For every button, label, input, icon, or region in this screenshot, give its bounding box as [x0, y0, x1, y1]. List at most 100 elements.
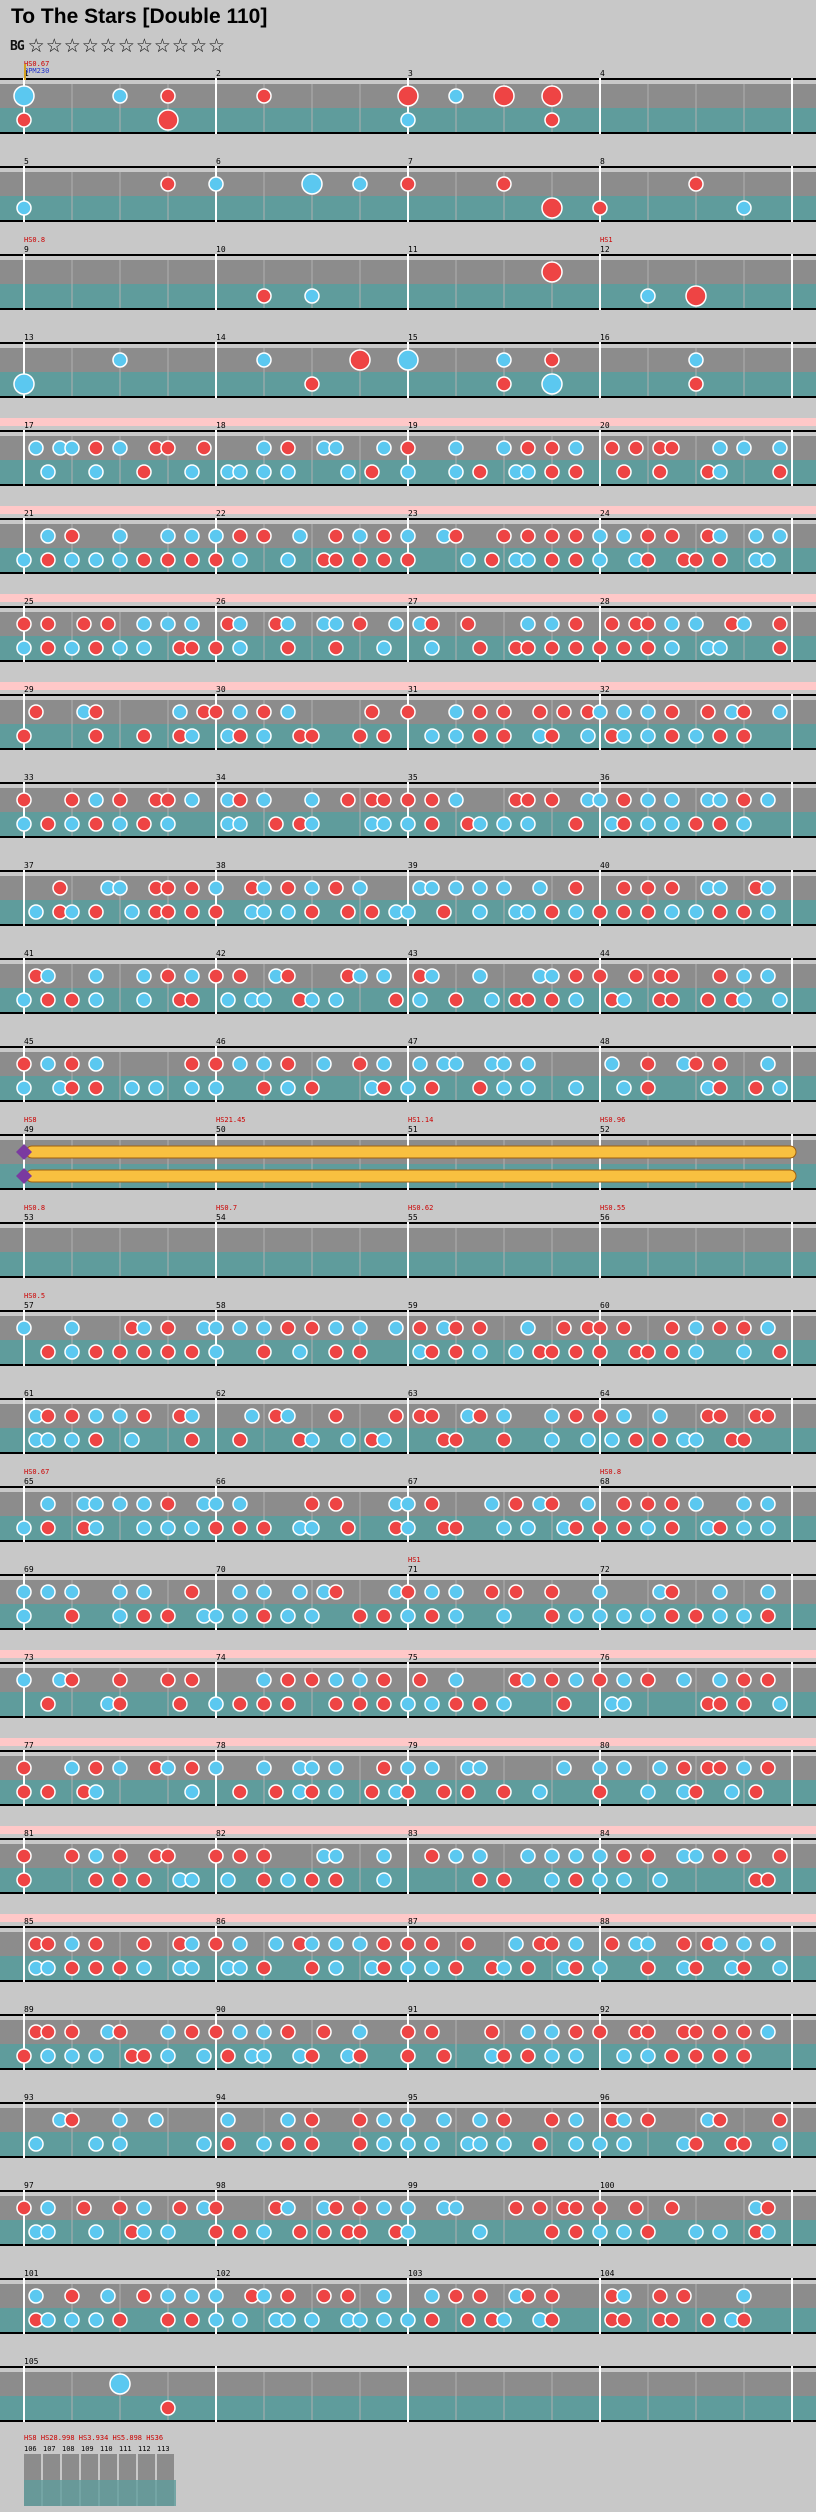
note-red — [640, 2224, 656, 2240]
measure-row: 45 46 47 48 — [0, 1037, 816, 1102]
measure-number: 77 — [24, 1741, 34, 1750]
note-blue — [352, 1672, 368, 1688]
note-red — [760, 1608, 776, 1624]
note-blue — [28, 440, 44, 456]
note-red — [496, 704, 512, 720]
note-blue — [28, 2136, 44, 2152]
note-blue — [256, 2224, 272, 2240]
note-blue — [208, 1496, 224, 1512]
note-red — [364, 464, 380, 480]
note-blue — [64, 1584, 80, 1600]
note-blue — [760, 2024, 776, 2040]
note-blue — [232, 640, 248, 656]
note-blue — [40, 968, 56, 984]
note-blue — [184, 1520, 200, 1536]
measure-number: 63 — [408, 1389, 418, 1398]
footer-measure-number: 110 — [100, 2445, 113, 2453]
note-red — [736, 728, 752, 744]
note-blue — [88, 968, 104, 984]
measure-row: 53HS0.8 54HS0.7 55HS0.62 56HS0.55 — [0, 1204, 816, 1278]
note-red — [136, 1936, 152, 1952]
note-red — [424, 1848, 440, 1864]
note-blue — [328, 1320, 344, 1336]
note-blue — [616, 992, 632, 1008]
note-red — [160, 880, 176, 896]
note-blue — [424, 2288, 440, 2304]
note-blue — [232, 552, 248, 568]
measure-number: 84 — [600, 1829, 610, 1838]
footer-lane-lower — [24, 2480, 176, 2506]
note-red — [400, 1784, 416, 1800]
note-red — [40, 2024, 56, 2040]
footer-measure-number: 113 — [157, 2445, 170, 2453]
note-red — [616, 1848, 632, 1864]
note-red — [160, 1608, 176, 1624]
note-red — [256, 1608, 272, 1624]
measure-number: 78 — [216, 1741, 226, 1750]
note-red — [64, 2024, 80, 2040]
note-blue — [712, 1672, 728, 1688]
note-blue — [388, 616, 404, 632]
note-blue — [244, 1408, 260, 1424]
note-red — [772, 1848, 788, 1864]
note-red — [184, 880, 200, 896]
measure-row: 61 62 63 64 — [0, 1389, 816, 1454]
note-blue — [520, 816, 536, 832]
note-blue — [736, 200, 752, 216]
note-blue — [640, 1520, 656, 1536]
note-blue — [400, 1608, 416, 1624]
note-blue — [736, 2288, 752, 2304]
note-red — [604, 440, 620, 456]
note-red — [736, 2048, 752, 2064]
speed-label: HS1.14 — [408, 1116, 433, 1124]
note-red — [664, 704, 680, 720]
note-blue — [136, 968, 152, 984]
note-red — [352, 552, 368, 568]
note-blue — [376, 2312, 392, 2328]
note-blue — [256, 1584, 272, 1600]
note-blue — [232, 616, 248, 632]
note-red — [64, 1960, 80, 1976]
note-blue — [592, 1872, 608, 1888]
measure-number: 75 — [408, 1653, 418, 1662]
note-red — [304, 2112, 320, 2128]
note-red — [208, 640, 224, 656]
note-red — [64, 792, 80, 808]
note-blue — [568, 1080, 584, 1096]
measure-number: 68 — [600, 1477, 610, 1486]
note-red — [112, 2200, 128, 2216]
note-blue — [424, 880, 440, 896]
note-blue — [256, 1672, 272, 1688]
note-red — [160, 1672, 176, 1688]
note-red — [712, 904, 728, 920]
note-red — [328, 2200, 344, 2216]
measure-number: 33 — [24, 773, 34, 782]
note-red — [712, 1520, 728, 1536]
measure-number: 54 — [216, 1213, 226, 1222]
note-red — [268, 1784, 284, 1800]
long-note — [25, 1169, 797, 1183]
note-red — [256, 1344, 272, 1360]
measure-row: 105 — [0, 2357, 816, 2422]
note-red — [712, 1080, 728, 1096]
note-red — [280, 2288, 296, 2304]
note-red — [196, 440, 212, 456]
note-red — [544, 2112, 560, 2128]
measure-row: 49HS8 50HS21.45 51HS1.14 52HS0.96 — [0, 1116, 816, 1190]
note-blue — [592, 1760, 608, 1776]
note-red — [352, 1608, 368, 1624]
note-red — [340, 792, 356, 808]
note-blue — [292, 528, 308, 544]
note-red — [688, 552, 704, 568]
note-blue — [208, 1608, 224, 1624]
note-red — [16, 1056, 32, 1072]
measure-number: 15 — [408, 333, 418, 342]
note-blue — [592, 2224, 608, 2240]
note-red — [448, 2288, 464, 2304]
note-red — [160, 552, 176, 568]
note-red — [520, 440, 536, 456]
note-red — [436, 1784, 452, 1800]
measure-row: 77 78 79 80 — [0, 1738, 816, 1806]
note-blue — [496, 1696, 512, 1712]
note-blue — [88, 992, 104, 1008]
